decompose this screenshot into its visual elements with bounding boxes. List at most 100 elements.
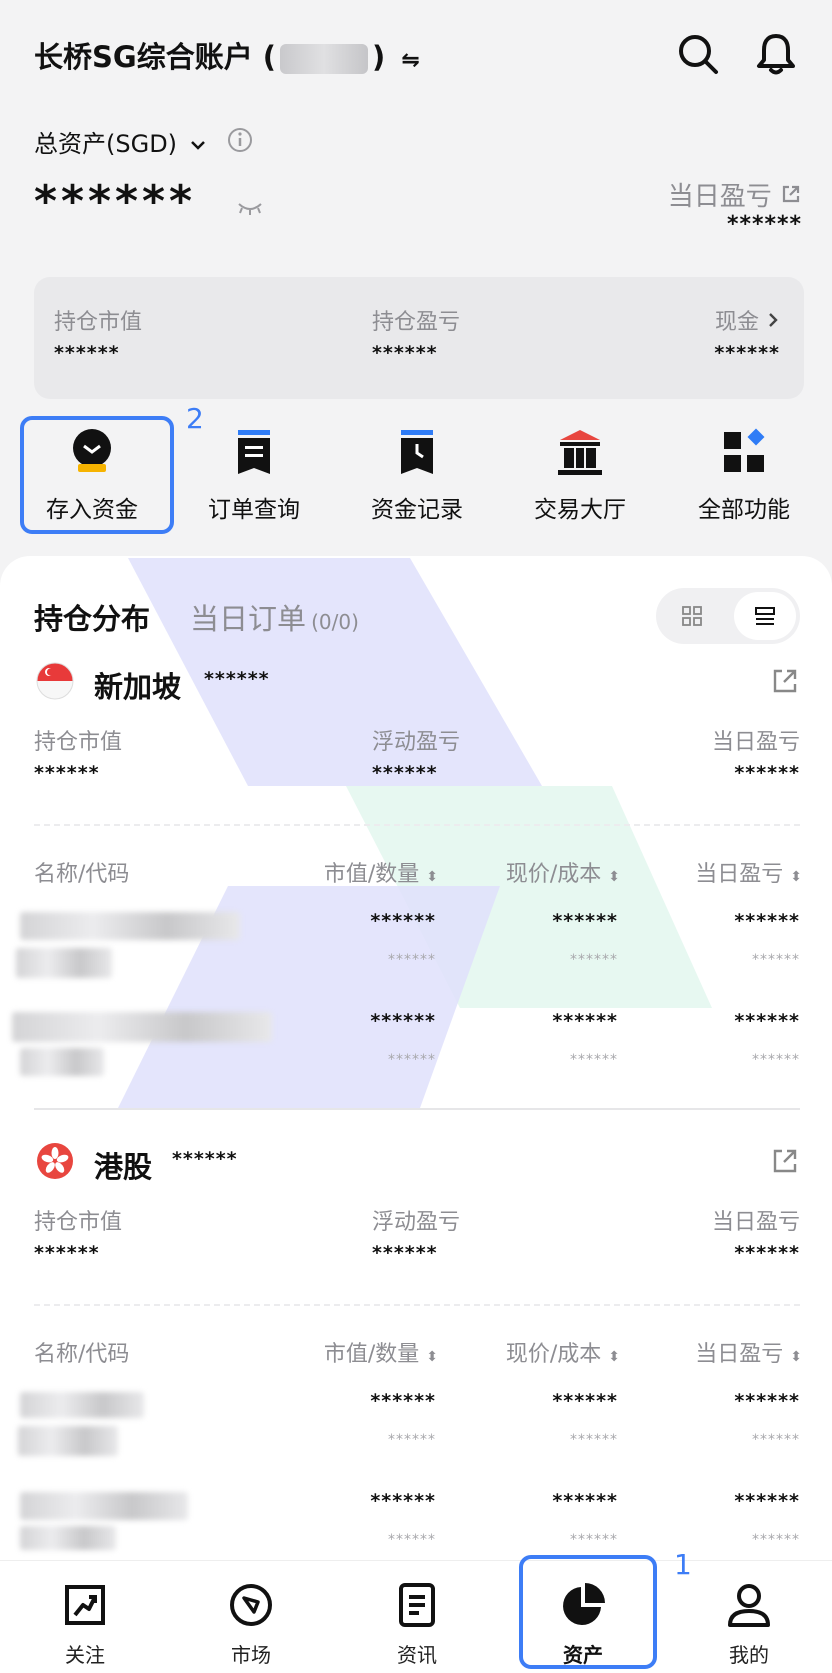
annotation-badge-2: 2 bbox=[186, 402, 204, 435]
row-quantity: ****** bbox=[388, 1532, 436, 1548]
cash-link[interactable]: 现金 bbox=[715, 304, 780, 336]
redacted-stock-name bbox=[20, 912, 240, 940]
position-pl: ****** bbox=[372, 342, 438, 364]
all-functions-action[interactable]: 全部功能 bbox=[674, 428, 814, 524]
row-daily-pl-pct: ****** bbox=[752, 952, 800, 968]
sort-icon: ⬍ bbox=[790, 869, 802, 885]
bottom-tab-bar: 关注 市场 资讯 资产 我的 bbox=[0, 1560, 832, 1673]
market-total: ****** bbox=[204, 668, 270, 690]
column-header-price-cost: 现价/成本 bbox=[505, 862, 602, 887]
row-value: ****** bbox=[370, 1010, 436, 1032]
news-icon bbox=[399, 1583, 435, 1627]
market-name: 新加坡 bbox=[94, 670, 182, 704]
sort-daily-pl[interactable]: 当日盈亏 ⬍ bbox=[695, 856, 802, 888]
tab-orders-label: 当日订单 bbox=[190, 602, 307, 636]
fund-record-action[interactable]: 资金记录 bbox=[347, 428, 487, 524]
order-query-action[interactable]: 订单查询 bbox=[184, 428, 324, 524]
daily-pl-link[interactable]: 当日盈亏 bbox=[668, 176, 802, 213]
market-icon bbox=[230, 1584, 272, 1626]
sort-icon: ⬍ bbox=[426, 869, 438, 885]
highlight-deposit bbox=[20, 416, 174, 534]
tab-holdings[interactable]: 持仓分布 bbox=[34, 596, 150, 638]
external-link-icon[interactable] bbox=[770, 1146, 800, 1176]
daily-pl-label: 当日盈亏 bbox=[667, 182, 772, 212]
list-view-icon bbox=[755, 607, 775, 625]
sort-price-cost[interactable]: 现价/成本 ⬍ bbox=[506, 856, 620, 888]
position-pl-label: 持仓盈亏 bbox=[372, 310, 461, 335]
row-cost: ****** bbox=[570, 952, 618, 968]
highlight-assets-tab bbox=[519, 1555, 657, 1669]
external-link-icon bbox=[782, 185, 800, 203]
profile-icon bbox=[728, 1584, 770, 1627]
external-link-icon[interactable] bbox=[770, 666, 800, 696]
bell-icon[interactable] bbox=[752, 30, 800, 78]
column-header-value-qty: 市值/数量 bbox=[323, 862, 420, 887]
hong-kong-flag-icon bbox=[37, 1143, 73, 1179]
singapore-flag-icon bbox=[36, 662, 74, 700]
hide-eye-icon[interactable] bbox=[236, 198, 264, 218]
row-quantity: ****** bbox=[388, 1052, 436, 1068]
row-cost: ****** bbox=[570, 1532, 618, 1548]
divider bbox=[34, 1108, 800, 1110]
chevron-down-icon bbox=[190, 141, 205, 150]
row-price: ****** bbox=[552, 1490, 618, 1512]
floating-pl: ****** bbox=[372, 762, 438, 784]
grid-view-icon[interactable] bbox=[680, 604, 704, 628]
account-title-suffix: ) bbox=[372, 40, 386, 74]
sort-daily-pl[interactable]: 当日盈亏 ⬍ bbox=[695, 1336, 802, 1368]
swap-account-icon[interactable]: ⇋ bbox=[401, 48, 419, 73]
tab-market[interactable]: 市场 bbox=[168, 1561, 334, 1673]
row-daily-pl-pct: ****** bbox=[752, 1532, 800, 1548]
tab-watchlist[interactable]: 关注 bbox=[2, 1561, 168, 1673]
row-daily-pl: ****** bbox=[734, 1010, 800, 1032]
daily-pl-label: 当日盈亏 bbox=[711, 730, 800, 755]
market-value-label: 持仓市值 bbox=[34, 730, 123, 755]
market-total: ****** bbox=[172, 1148, 238, 1170]
cash-value: ****** bbox=[714, 342, 780, 364]
sort-market-value-qty[interactable]: 市值/数量 ⬍ bbox=[324, 1336, 438, 1368]
row-price: ****** bbox=[552, 1010, 618, 1032]
sort-icon: ⬍ bbox=[426, 1349, 438, 1365]
row-price: ****** bbox=[552, 910, 618, 932]
quick-action-label: 资金记录 bbox=[371, 497, 463, 523]
search-icon[interactable] bbox=[674, 30, 722, 78]
redacted-stock-name bbox=[20, 1492, 188, 1520]
tab-orders-count: (0/0) bbox=[311, 610, 359, 634]
asset-summary-card bbox=[34, 277, 804, 399]
quick-action-label: 交易大厅 bbox=[534, 497, 626, 523]
trading-hall-action[interactable]: 交易大厅 bbox=[510, 428, 650, 524]
row-daily-pl: ****** bbox=[734, 1390, 800, 1412]
column-header-value-qty: 市值/数量 bbox=[323, 1342, 420, 1367]
account-title[interactable]: 长桥SG综合账户 () ⇋ bbox=[34, 34, 420, 76]
trading-hall-icon bbox=[558, 430, 602, 475]
sort-icon: ⬍ bbox=[790, 1349, 802, 1365]
total-assets-value: ****** bbox=[34, 176, 197, 227]
daily-pl: ****** bbox=[734, 1242, 800, 1264]
row-cost: ****** bbox=[570, 1052, 618, 1068]
tab-label: 我的 bbox=[729, 1643, 769, 1667]
tab-orders[interactable]: 当日订单 (0/0) bbox=[190, 596, 359, 638]
watchlist-icon bbox=[65, 1585, 105, 1625]
all-functions-icon bbox=[724, 428, 765, 472]
tab-news[interactable]: 资讯 bbox=[334, 1561, 500, 1673]
account-title-prefix: 长桥SG综合账户 ( bbox=[34, 40, 277, 74]
market-value: ****** bbox=[54, 342, 120, 364]
market-value-label: 持仓市值 bbox=[54, 310, 143, 335]
column-header-daily-pl: 当日盈亏 bbox=[695, 862, 784, 887]
sort-price-cost[interactable]: 现价/成本 ⬍ bbox=[506, 1336, 620, 1368]
column-header-price-cost: 现价/成本 bbox=[505, 1342, 602, 1367]
sort-market-value-qty[interactable]: 市值/数量 ⬍ bbox=[324, 856, 438, 888]
row-cost: ****** bbox=[570, 1432, 618, 1448]
row-daily-pl: ****** bbox=[734, 1490, 800, 1512]
chevron-right-icon bbox=[769, 313, 778, 327]
redacted-stock-code bbox=[20, 1048, 104, 1076]
row-daily-pl-pct: ****** bbox=[752, 1432, 800, 1448]
tab-label: 市场 bbox=[231, 1643, 271, 1667]
info-icon[interactable] bbox=[226, 126, 254, 154]
sort-icon: ⬍ bbox=[608, 869, 620, 885]
total-assets-selector[interactable]: 总资产(SGD) bbox=[34, 124, 207, 159]
daily-pl-label: 当日盈亏 bbox=[711, 1210, 800, 1235]
row-daily-pl-pct: ****** bbox=[752, 1052, 800, 1068]
row-quantity: ****** bbox=[388, 952, 436, 968]
order-query-icon bbox=[238, 430, 270, 474]
